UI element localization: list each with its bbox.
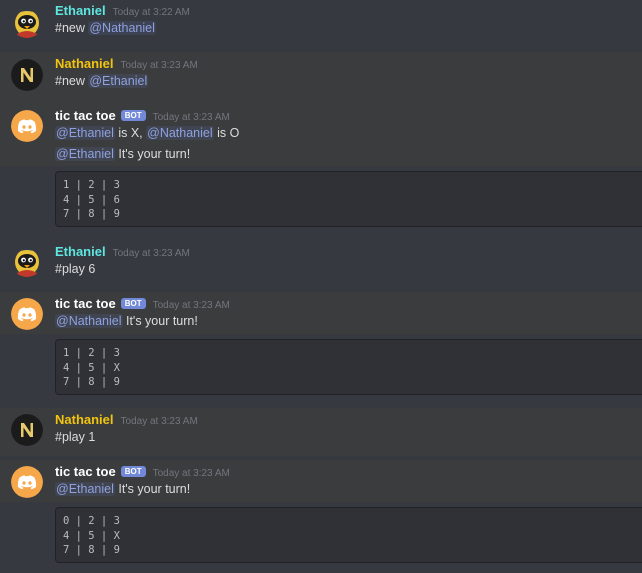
- board-row: 7 | 8 | 9: [63, 208, 120, 220]
- message-item[interactable]: tic tac toe BOT Today at 3:23 AM @Ethani…: [0, 104, 642, 236]
- username[interactable]: Nathaniel: [55, 412, 114, 427]
- user-mention[interactable]: @Ethaniel: [55, 126, 115, 140]
- message-content: #new @Ethaniel: [55, 74, 149, 88]
- message-header: Nathaniel Today at 3:23 AM: [55, 412, 198, 430]
- discord-logo-avatar-icon[interactable]: [11, 110, 43, 142]
- message-header: Nathaniel Today at 3:23 AM: [55, 56, 198, 74]
- message-content: @Ethaniel is X, @Nathaniel is O: [55, 126, 239, 140]
- code-block: 0 | 2 | 3 4 | 5 | X 7 | 8 | 9: [55, 507, 642, 563]
- username[interactable]: Nathaniel: [55, 56, 114, 71]
- username[interactable]: tic tac toe: [55, 108, 116, 123]
- timestamp: Today at 3:23 AM: [152, 112, 230, 123]
- message-text: It's your turn!: [114, 482, 191, 496]
- discord-logo-avatar-icon[interactable]: [11, 298, 43, 330]
- chat-message-list: Ethaniel Today at 3:22 AM #new @Nathanie…: [0, 0, 642, 573]
- timestamp: Today at 3:23 AM: [152, 300, 230, 311]
- message-item[interactable]: Nathaniel Today at 3:23 AM #play 1: [0, 408, 642, 456]
- board-row: 4 | 5 | 6: [63, 193, 120, 206]
- message-item[interactable]: tic tac toe BOT Today at 3:23 AM @Ethani…: [0, 460, 642, 573]
- username[interactable]: tic tac toe: [55, 296, 116, 311]
- message-content: #play 6: [55, 262, 96, 276]
- message-header: Ethaniel Today at 3:23 AM: [55, 244, 190, 262]
- board-row: 7 | 8 | 9: [63, 376, 120, 388]
- message-item[interactable]: Nathaniel Today at 3:23 AM #new @Ethanie…: [0, 52, 642, 104]
- timestamp: Today at 3:23 AM: [152, 468, 230, 479]
- username[interactable]: Ethaniel: [55, 244, 106, 259]
- board-row: 4 | 5 | X: [63, 529, 120, 542]
- user-mention[interactable]: @Ethaniel: [55, 147, 115, 161]
- message-text: is O: [213, 126, 240, 140]
- code-block: 1 | 2 | 3 4 | 5 | X 7 | 8 | 9: [55, 339, 642, 395]
- user-mention[interactable]: @Nathaniel: [88, 21, 156, 35]
- user-mention[interactable]: @Nathaniel: [146, 126, 214, 140]
- bot-tag: BOT: [120, 110, 146, 121]
- bird-cartoon-avatar-icon[interactable]: [11, 6, 43, 38]
- timestamp: Today at 3:23 AM: [120, 60, 198, 71]
- message-header: Ethaniel Today at 3:22 AM: [55, 3, 190, 21]
- timestamp: Today at 3:23 AM: [112, 248, 190, 259]
- message-content: @Ethaniel It's your turn!: [55, 482, 190, 496]
- n-letter-logo-avatar-icon[interactable]: [11, 59, 43, 91]
- message-text: It's your turn!: [114, 147, 191, 161]
- message-header: tic tac toe BOT Today at 3:23 AM: [55, 296, 230, 314]
- bot-tag: BOT: [120, 298, 146, 309]
- command-text: #new: [55, 21, 89, 35]
- message-header: tic tac toe BOT Today at 3:23 AM: [55, 464, 230, 482]
- username[interactable]: Ethaniel: [55, 3, 106, 18]
- code-block: 1 | 2 | 3 4 | 5 | 6 7 | 8 | 9: [55, 171, 642, 227]
- user-mention[interactable]: @Ethaniel: [88, 74, 149, 88]
- message-content: @Ethaniel It's your turn!: [55, 147, 190, 161]
- username[interactable]: tic tac toe: [55, 464, 116, 479]
- discord-logo-avatar-icon[interactable]: [11, 466, 43, 498]
- bird-cartoon-avatar-icon[interactable]: [11, 245, 43, 277]
- message-content: #play 1: [55, 430, 96, 444]
- n-letter-logo-avatar-icon[interactable]: [11, 414, 43, 446]
- board-row: 4 | 5 | X: [63, 361, 120, 374]
- message-text: It's your turn!: [122, 314, 198, 328]
- message-content: @Nathaniel It's your turn!: [55, 314, 198, 328]
- message-item[interactable]: Ethaniel Today at 3:22 AM #new @Nathanie…: [0, 0, 642, 52]
- bot-tag: BOT: [120, 466, 146, 477]
- user-mention[interactable]: @Ethaniel: [55, 482, 115, 496]
- board-row: 1 | 2 | 3: [63, 179, 120, 191]
- board-row: 0 | 2 | 3: [63, 515, 120, 527]
- board-row: 7 | 8 | 9: [63, 544, 120, 556]
- message-header: tic tac toe BOT Today at 3:23 AM: [55, 108, 230, 126]
- message-text: is X,: [114, 126, 147, 140]
- message-item[interactable]: Ethaniel Today at 3:23 AM #play 6: [0, 240, 642, 288]
- timestamp: Today at 3:22 AM: [112, 7, 190, 18]
- command-text: #new: [55, 74, 89, 88]
- message-content: #new @Nathaniel: [55, 21, 156, 35]
- timestamp: Today at 3:23 AM: [120, 416, 198, 427]
- board-row: 1 | 2 | 3: [63, 347, 120, 359]
- message-item[interactable]: tic tac toe BOT Today at 3:23 AM @Nathan…: [0, 292, 642, 404]
- user-mention[interactable]: @Nathaniel: [55, 314, 123, 328]
